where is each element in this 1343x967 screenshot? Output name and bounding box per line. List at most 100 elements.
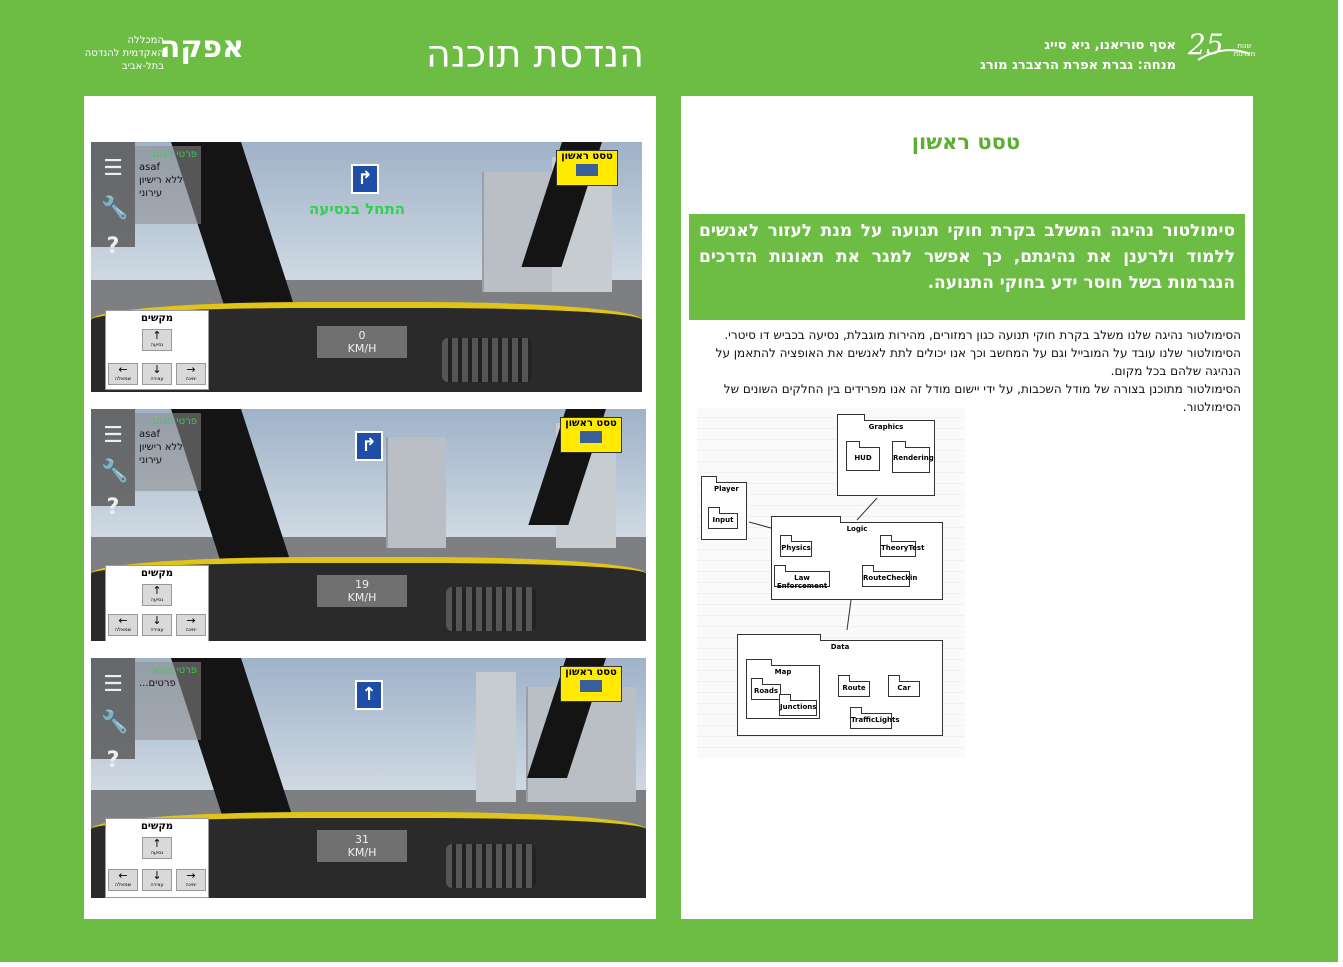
page-title: הנדסת תוכנה <box>426 32 644 76</box>
key-right[interactable]: → ימינה <box>176 363 206 385</box>
driver-info: פרטי הנהג asaf ללא רישיון עירוני <box>135 413 201 491</box>
straight-sign-icon: ↑ <box>355 680 383 710</box>
supervisor: מנחה: גברת אפרת הרצברג מורג <box>980 58 1176 73</box>
keys-panel: מקשים ↑ נסיעה ← שמאלה ↓ עצירה → ימינה <box>105 565 209 641</box>
speed-unit: KM/H <box>347 846 377 859</box>
speedometer: 19 KM/H <box>317 575 407 607</box>
afeka-logo-text: אפקה <box>159 30 244 65</box>
keys-panel: מקשים ↑ נסיעה ← שמאלה ↓ עצירה → ימינה <box>105 310 209 390</box>
package-law-enforcement: Law Enforcement <box>774 565 830 590</box>
wrench-icon[interactable]: 🔧 <box>101 196 128 221</box>
afeka-logo: המכללה האקדמית להנדסה בתל-אביב אפקה <box>84 30 254 72</box>
car-icon <box>576 164 598 176</box>
keys-label: מקשים <box>140 568 174 579</box>
help-icon[interactable]: ? <box>101 234 125 259</box>
package-junctions: Junctions <box>779 694 817 716</box>
game-screenshot-1: ☰ 🔧 ? פרטי הנהג asaf ללא רישיון עירוני ↱… <box>91 142 642 392</box>
keys-label: מקשים <box>140 821 174 832</box>
search-list-icon[interactable]: ☰ <box>101 672 125 697</box>
package-roads: Roads <box>751 678 781 700</box>
key-up[interactable]: ↑ נסיעה <box>142 584 172 606</box>
test-badge[interactable]: טסט ראשון <box>560 666 622 702</box>
keys-panel: מקשים ↑ נסיעה ← שמאלה ↓ עצירה → ימינה <box>105 818 209 898</box>
key-right[interactable]: → ימינה <box>176 614 206 636</box>
help-icon[interactable]: ? <box>101 495 125 520</box>
search-list-icon[interactable]: ☰ <box>101 156 125 181</box>
key-left[interactable]: ← שמאלה <box>108 614 138 636</box>
search-list-icon[interactable]: ☰ <box>101 423 125 448</box>
package-route-checkin: RouteCheckin <box>862 565 917 587</box>
speed-unit: KM/H <box>347 342 377 355</box>
start-driving-text: התחל בנסיעה <box>309 200 406 218</box>
wrench-icon[interactable]: 🔧 <box>101 710 128 735</box>
test-label: טסט ראשון <box>565 667 617 678</box>
driver-info: פרטי הנהג פרטים... <box>135 662 201 740</box>
keys-label: מקשים <box>140 313 174 324</box>
authors-block: אסף סוריאנו, גיא סייג מנחה: גברת אפרת הר… <box>940 36 1176 76</box>
driver-line: ללא רישיון <box>139 175 183 186</box>
key-down[interactable]: ↓ עצירה <box>142 869 172 891</box>
package-player: Player Input <box>701 476 747 540</box>
section-title: טסט ראשון <box>911 130 1021 154</box>
dashboard-vents <box>442 338 532 382</box>
package-input: Input <box>708 507 738 529</box>
driver-info: פרטי הנהג asaf ללא רישיון עירוני <box>135 146 201 224</box>
speed-value: 31 <box>355 833 369 846</box>
key-left[interactable]: ← שמאלה <box>108 363 138 385</box>
help-icon[interactable]: ? <box>101 748 125 773</box>
dashboard-vents <box>446 587 536 631</box>
driver-info-header: פרטי הנהג <box>152 416 197 427</box>
intro-box: סימולטור נהיגה המשלב בקרת חוקי תנועה על … <box>689 214 1245 320</box>
key-down[interactable]: ↓ עצירה <box>142 363 172 385</box>
driver-line: פרטים... <box>139 678 176 689</box>
description-panel: טסט ראשון סימולטור נהיגה המשלב בקרת חוקי… <box>681 96 1253 919</box>
test-label: טסט ראשון <box>565 418 617 429</box>
swoosh-icon <box>1197 49 1251 61</box>
side-menu: ☰ 🔧 ? <box>91 409 135 520</box>
test-badge[interactable]: טסט ראשון <box>556 150 618 186</box>
driver-line: ללא רישיון <box>139 442 183 453</box>
driver-info-header: פרטי הנהג <box>152 149 197 160</box>
speed-value: 19 <box>355 578 369 591</box>
speedometer: 0 KM/H <box>317 326 407 358</box>
authors: אסף סוריאנו, גיא סייג <box>1044 38 1176 53</box>
game-screenshot-3: ☰ 🔧 ? פרטי הנהג פרטים... ↑ טסט ראשון 31 … <box>91 658 646 898</box>
side-menu: ☰ 🔧 ? <box>91 142 135 259</box>
speed-value: 0 <box>358 329 366 342</box>
driver-line: asaf <box>139 162 160 173</box>
car-icon <box>580 680 602 692</box>
afeka-subtitle: המכללה האקדמית להנדסה בתל-אביב <box>84 35 164 72</box>
package-route: Route <box>838 675 870 697</box>
speedometer: 31 KM/H <box>317 830 407 862</box>
package-data: Data Map Roads Junctions Route Car Traff… <box>737 634 943 736</box>
key-right[interactable]: → ימינה <box>176 869 206 891</box>
screenshots-panel: ☰ 🔧 ? פרטי הנהג asaf ללא רישיון עירוני ↱… <box>84 96 656 919</box>
test-badge[interactable]: טסט ראשון <box>560 417 622 453</box>
key-up[interactable]: ↑ נסיעה <box>142 329 172 351</box>
turn-sign-icon: ↱ <box>351 164 379 194</box>
wrench-icon[interactable]: 🔧 <box>101 459 128 484</box>
anniversary-logo: 25 שנות מצוינות <box>1186 28 1256 66</box>
package-logic: Logic Physics TheoryTest Law Enforcement… <box>771 516 943 600</box>
dashboard-vents <box>446 844 536 888</box>
package-hud: HUD <box>846 441 880 471</box>
game-screenshot-2: ☰ 🔧 ? פרטי הנהג asaf ללא רישיון עירוני ↱… <box>91 409 646 641</box>
driver-line: עירוני <box>139 455 163 466</box>
package-traffic-lights: TrafficLights <box>850 707 900 729</box>
turn-sign-icon: ↱ <box>355 431 383 461</box>
package-graphics: Graphics HUD Rendering <box>837 414 935 496</box>
driver-info-header: פרטי הנהג <box>152 665 197 676</box>
car-icon <box>580 431 602 443</box>
key-left[interactable]: ← שמאלה <box>108 869 138 891</box>
key-up[interactable]: ↑ נסיעה <box>142 837 172 859</box>
driver-line: asaf <box>139 429 160 440</box>
package-car: Car <box>888 675 920 697</box>
driver-line: עירוני <box>139 188 163 199</box>
side-menu: ☰ 🔧 ? <box>91 658 135 773</box>
key-down[interactable]: ↓ עצירה <box>142 614 172 636</box>
description-text: הסימולטור נהיגה שלנו משלב בקרת חוקי תנוע… <box>699 326 1241 416</box>
package-physics: Physics <box>780 535 812 557</box>
package-map: Map Roads Junctions <box>746 659 820 719</box>
paragraph-1: הסימולטור נהיגה שלנו משלב בקרת חוקי תנוע… <box>715 328 1241 378</box>
test-label: טסט ראשון <box>561 151 613 162</box>
